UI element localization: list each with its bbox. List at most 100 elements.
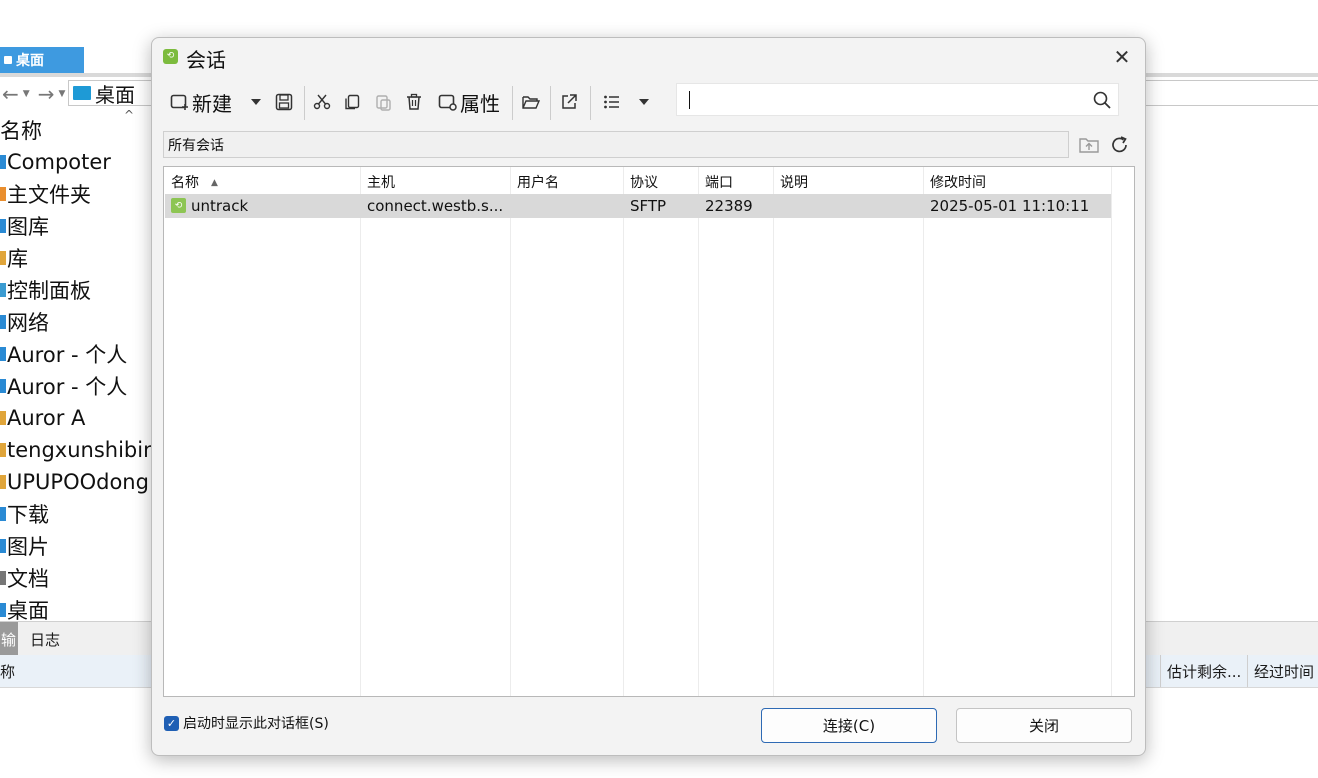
bg-item-icon xyxy=(0,411,6,425)
new-session-button[interactable]: 新建 xyxy=(166,84,236,120)
refresh-icon[interactable] xyxy=(1109,134,1131,156)
session-icon: ⟲ xyxy=(171,198,186,213)
chevron-down-icon xyxy=(251,99,261,105)
column-header-name-label: 名称 xyxy=(171,175,199,191)
delete-button[interactable] xyxy=(402,84,426,120)
close-button[interactable]: 关闭 xyxy=(956,708,1132,743)
show-on-startup-label: 启动时显示此对话框(S) xyxy=(183,716,329,732)
bg-item-icon xyxy=(0,251,6,265)
session-folder-path[interactable]: 所有会话 xyxy=(163,131,1069,158)
bg-list-item[interactable]: 文档 xyxy=(0,562,152,594)
bg-list-item[interactable]: tengxunshibin xyxy=(0,434,152,466)
view-mode-button[interactable] xyxy=(599,84,625,120)
bg-item-icon xyxy=(0,283,6,297)
bg-item-icon xyxy=(0,507,6,521)
bg-list-item[interactable]: 控制面板 xyxy=(0,274,152,306)
column-header-modified[interactable]: 修改时间 xyxy=(930,172,986,192)
open-external-button[interactable] xyxy=(557,84,581,120)
column-divider xyxy=(623,167,624,696)
session-protocol: SFTP xyxy=(630,197,667,215)
bg-item-label: UPUPOOdong xyxy=(7,470,149,494)
bg-list-item[interactable]: Auror A xyxy=(0,402,152,434)
trash-icon xyxy=(407,93,421,110)
paste-button[interactable] xyxy=(371,84,395,120)
bg-list-item[interactable]: 下载 xyxy=(0,498,152,530)
column-header-user[interactable]: 用户名 xyxy=(517,172,559,192)
desktop-tab-icon xyxy=(4,56,12,64)
connect-button[interactable]: 连接(C) xyxy=(761,708,937,743)
session-list: 名称 ▲ 主机 用户名 协议 端口 说明 修改时间 ⟲ untrack conne… xyxy=(163,166,1135,697)
close-icon[interactable]: ✕ xyxy=(1109,44,1135,70)
column-divider xyxy=(698,167,699,696)
column-header-protocol[interactable]: 协议 xyxy=(630,172,658,192)
desktop-folder-icon xyxy=(73,86,91,100)
checkbox-checked-icon[interactable]: ✓ xyxy=(164,715,179,731)
bg-column-header-label: 名称 xyxy=(0,119,42,143)
back-dropdown-icon[interactable]: ▼ xyxy=(23,89,30,99)
bg-header-elapsed[interactable]: 经过时间 xyxy=(1247,655,1314,687)
cut-button[interactable] xyxy=(310,84,334,120)
bg-list-item[interactable]: Auror - 个人 xyxy=(0,338,152,370)
session-host: connect.westb.s... xyxy=(367,197,504,215)
column-header-port[interactable]: 端口 xyxy=(705,172,733,192)
bg-item-icon xyxy=(0,443,6,457)
bg-tab-desktop[interactable]: 桌面 xyxy=(0,47,84,73)
dialog-title: 会话 xyxy=(186,48,226,72)
back-arrow-icon[interactable]: ← xyxy=(2,82,19,106)
column-header-description[interactable]: 说明 xyxy=(780,172,808,192)
session-name: untrack xyxy=(191,197,249,215)
bg-item-label: Auror - 个人 xyxy=(7,375,128,399)
folder-up-icon[interactable] xyxy=(1078,135,1100,155)
column-header-name[interactable]: 名称 ▲ xyxy=(171,172,218,192)
column-divider xyxy=(773,167,774,696)
dialog-title-bar[interactable]: ⟲ 会话 ✕ xyxy=(152,38,1145,76)
search-icon[interactable] xyxy=(1092,90,1112,110)
bg-item-icon xyxy=(0,187,6,201)
session-app-icon: ⟲ xyxy=(163,49,178,64)
bg-list-item[interactable]: 图库 xyxy=(0,210,152,242)
bg-item-icon xyxy=(0,603,6,617)
new-session-icon xyxy=(170,94,188,110)
bg-list-item[interactable]: Compoter xyxy=(0,146,152,178)
search-input[interactable] xyxy=(685,88,1089,114)
new-dropdown-button[interactable] xyxy=(246,84,266,120)
bg-item-icon xyxy=(0,219,6,233)
column-divider xyxy=(510,167,511,696)
bg-nav-buttons: ← ▼ → ▼ xyxy=(0,80,71,108)
forward-dropdown-icon[interactable]: ▼ xyxy=(58,89,65,99)
bg-item-label: 主文件夹 xyxy=(7,183,91,207)
open-folder-button[interactable] xyxy=(519,84,543,120)
bg-header-estimate[interactable]: 估计剩余... xyxy=(1160,655,1241,687)
folder-open-icon xyxy=(522,96,541,109)
view-dropdown-button[interactable] xyxy=(634,84,654,120)
bg-list-item[interactable]: 网络 xyxy=(0,306,152,338)
paste-icon xyxy=(376,95,391,111)
column-header-host[interactable]: 主机 xyxy=(367,172,395,192)
scissors-icon xyxy=(313,94,331,110)
save-button[interactable] xyxy=(272,84,296,120)
bg-list-item[interactable]: 库 xyxy=(0,242,152,274)
forward-arrow-icon[interactable]: → xyxy=(38,82,55,106)
folder-path-text: 所有会话 xyxy=(168,137,224,154)
bg-list-item[interactable]: UPUPOOdong xyxy=(0,466,152,498)
bg-header-name[interactable]: 称 xyxy=(0,661,15,682)
bg-tab-label: 桌面 xyxy=(16,53,44,69)
show-on-startup-checkbox[interactable]: ✓ 启动时显示此对话框(S) xyxy=(164,713,329,733)
column-divider xyxy=(1111,167,1112,696)
properties-button[interactable]: 属性 xyxy=(434,84,504,120)
bg-item-label: 下载 xyxy=(7,503,49,527)
bg-list-item[interactable]: 图片 xyxy=(0,530,152,562)
bg-item-icon xyxy=(0,379,6,393)
bg-transfer-tab[interactable]: 输 xyxy=(0,622,18,656)
copy-button[interactable] xyxy=(340,84,364,120)
bg-item-icon xyxy=(0,347,6,361)
bg-list-item[interactable]: Auror - 个人 xyxy=(0,370,152,402)
toolbar-separator xyxy=(304,86,305,120)
toolbar-separator xyxy=(590,86,591,120)
bg-item-label: tengxunshibin xyxy=(7,438,152,462)
bg-log-tab[interactable]: 日志 xyxy=(30,629,60,650)
bg-column-header-name[interactable]: 名称 xyxy=(0,114,152,146)
bg-list-item[interactable]: 主文件夹 xyxy=(0,178,152,210)
external-link-icon xyxy=(562,94,577,109)
session-row[interactable]: ⟲ untrack connect.westb.s... SFTP 22389 … xyxy=(165,194,1111,218)
